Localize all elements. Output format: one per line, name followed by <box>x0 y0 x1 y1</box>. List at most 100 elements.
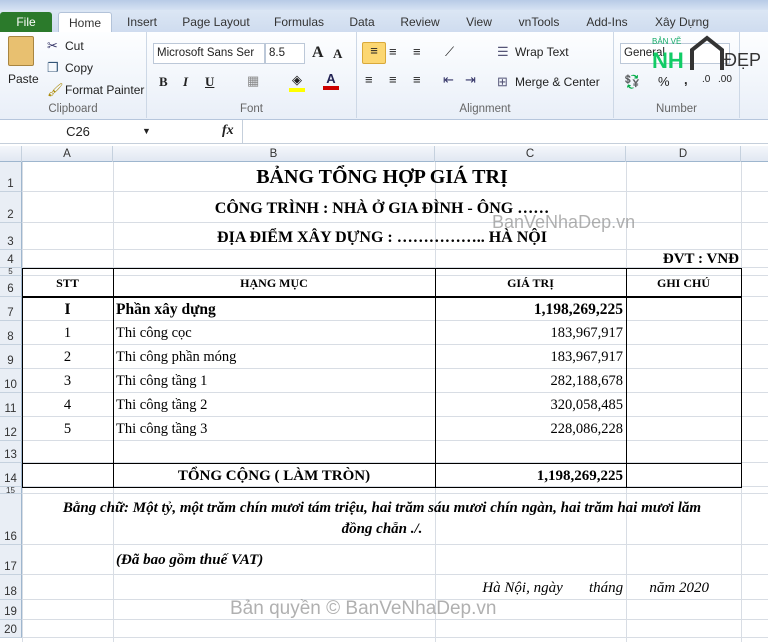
watermark-site: BanVeNhaDep.vn <box>492 212 636 232</box>
merge-center-button[interactable]: Merge & Center <box>515 75 600 89</box>
item-name: Thi công tầng 3 <box>116 421 208 437</box>
borders-icon[interactable]: ▦ <box>247 73 259 89</box>
italic-button[interactable]: I <box>183 74 188 90</box>
tab-xay-dung[interactable]: Xây Dựng <box>652 12 712 32</box>
underline-button[interactable]: U <box>205 74 214 90</box>
header-stt: STT <box>56 276 79 290</box>
font-label: Font <box>239 103 263 115</box>
align-top-icon[interactable]: ≡ <box>362 42 386 64</box>
item-value: 320,058,485 <box>550 397 624 413</box>
date-line: Hà Nội, ngày tháng năm 2020 <box>482 579 709 596</box>
column-header-c[interactable]: C <box>435 146 626 162</box>
row-header[interactable]: 16 <box>0 494 22 545</box>
amount-in-words-line1: Bằng chữ: Một tỷ, một trăm chín mươi tám… <box>62 499 702 516</box>
sheet-title: BẢNG TỔNG HỢP GIÁ TRỊ <box>256 165 508 188</box>
copy-button[interactable]: Copy <box>65 61 93 75</box>
currency-icon[interactable]: 💱 <box>624 74 640 90</box>
tab-vntools[interactable]: vnTools <box>514 12 564 32</box>
row-header[interactable]: 17 <box>0 545 22 575</box>
total-label: TỔNG CỘNG ( LÀM TRÒN) <box>177 467 371 484</box>
alignment-label: Alignment <box>459 103 511 115</box>
amount-in-words-line2: đồng chẵn ./. <box>341 520 423 537</box>
table-col-line <box>626 268 627 488</box>
item-name: Phần xây dựng <box>116 300 216 318</box>
format-painter-icon: 🖌 <box>47 82 64 97</box>
header-hang-muc: HẠNG MỤC <box>240 276 308 290</box>
bold-button[interactable]: B <box>159 74 168 90</box>
tab-add-ins[interactable]: Add-Ins <box>584 12 630 32</box>
name-box[interactable]: C26 <box>0 122 156 142</box>
item-stt: 3 <box>63 373 72 389</box>
font-name-select[interactable]: Microsoft Sans Ser <box>153 43 265 64</box>
row-header[interactable]: 7 <box>0 297 22 321</box>
fx-button[interactable]: fx <box>222 123 234 139</box>
decrease-indent-icon[interactable]: ⇤ <box>443 72 454 88</box>
tab-data[interactable]: Data <box>343 12 381 32</box>
formula-input[interactable] <box>242 120 768 144</box>
align-middle-icon[interactable]: ≡ <box>389 44 397 59</box>
column-header-b[interactable]: B <box>113 146 435 162</box>
row-header[interactable]: 13 <box>0 441 22 463</box>
gridline-horizontal <box>22 574 768 575</box>
wrap-text-icon: ☰ <box>497 44 509 59</box>
row-header[interactable]: 8 <box>0 321 22 345</box>
clipboard-label: Clipboard <box>48 103 98 115</box>
row-header[interactable]: 9 <box>0 345 22 369</box>
row-header[interactable]: 6 <box>0 276 22 297</box>
column-header-d[interactable]: D <box>626 146 741 162</box>
format-painter-button[interactable]: Format Painter <box>65 83 144 97</box>
font-size-select[interactable]: 8.5 <box>265 43 305 64</box>
item-value: 1,198,269,225 <box>533 300 623 318</box>
percent-button[interactable]: % <box>658 74 670 89</box>
wrap-text-button[interactable]: Wrap Text <box>515 45 569 59</box>
item-name: Thi công phần móng <box>116 349 237 365</box>
row-header[interactable]: 15 <box>0 487 22 494</box>
column-header-a[interactable]: A <box>22 146 113 162</box>
row-header[interactable]: 19 <box>0 600 22 620</box>
row-header[interactable]: 12 <box>0 417 22 441</box>
row-header[interactable]: 3 <box>0 223 22 250</box>
select-all-corner[interactable] <box>0 146 22 162</box>
cut-icon: ✂ <box>47 38 58 53</box>
name-box-dropdown-icon[interactable]: ▼ <box>142 126 151 136</box>
cut-button[interactable]: Cut <box>65 39 84 53</box>
tab-home[interactable]: Home <box>58 12 112 32</box>
row-header[interactable]: 5 <box>0 268 22 276</box>
unit-label: ĐVT : VNĐ <box>662 250 739 267</box>
fill-color-icon[interactable]: ◈ <box>289 72 305 92</box>
tab-review[interactable]: Review <box>397 12 443 32</box>
row-header[interactable]: 14 <box>0 463 22 487</box>
item-value: 282,188,678 <box>550 373 624 389</box>
paste-button[interactable]: Paste <box>8 72 39 86</box>
svg-text:BẢN VẼ: BẢN VẼ <box>652 37 681 46</box>
tab-view[interactable]: View <box>463 12 495 32</box>
row-header[interactable]: 4 <box>0 250 22 268</box>
row-header[interactable]: 1 <box>0 162 22 192</box>
clipboard-group: Paste ✂ Cut ❐ Copy 🖌 Format Painter Clip… <box>0 32 147 118</box>
tab-page-layout[interactable]: Page Layout <box>180 12 252 32</box>
watermark-logo: BẢN VẼ NH ĐẸP <box>652 32 762 76</box>
font-color-icon[interactable]: A <box>323 71 339 90</box>
align-bottom-icon[interactable]: ≡ <box>413 44 421 59</box>
shrink-font-icon[interactable]: A <box>333 46 342 62</box>
grow-font-icon[interactable]: A <box>312 44 324 62</box>
tab-insert[interactable]: Insert <box>118 12 166 32</box>
tab-formulas[interactable]: Formulas <box>270 12 328 32</box>
item-stt: 1 <box>63 325 72 341</box>
tab-file[interactable]: File <box>0 12 52 32</box>
copy-icon: ❐ <box>47 60 59 75</box>
row-header[interactable]: 20 <box>0 620 22 638</box>
orientation-icon[interactable]: ⟋ <box>445 44 454 60</box>
row-header[interactable]: 18 <box>0 575 22 600</box>
row-header[interactable]: 11 <box>0 393 22 417</box>
svg-text:NH: NH <box>652 48 684 73</box>
svg-text:ĐẸP: ĐẸP <box>724 50 761 70</box>
row-header[interactable]: 10 <box>0 369 22 393</box>
align-center-icon[interactable]: ≡ <box>389 72 397 87</box>
align-right-icon[interactable]: ≡ <box>413 72 421 87</box>
gridline-horizontal <box>22 544 768 545</box>
increase-indent-icon[interactable]: ⇥ <box>465 72 476 88</box>
align-left-icon[interactable]: ≡ <box>365 72 373 87</box>
item-name: Thi công tầng 1 <box>116 373 208 389</box>
row-header[interactable]: 2 <box>0 192 22 223</box>
